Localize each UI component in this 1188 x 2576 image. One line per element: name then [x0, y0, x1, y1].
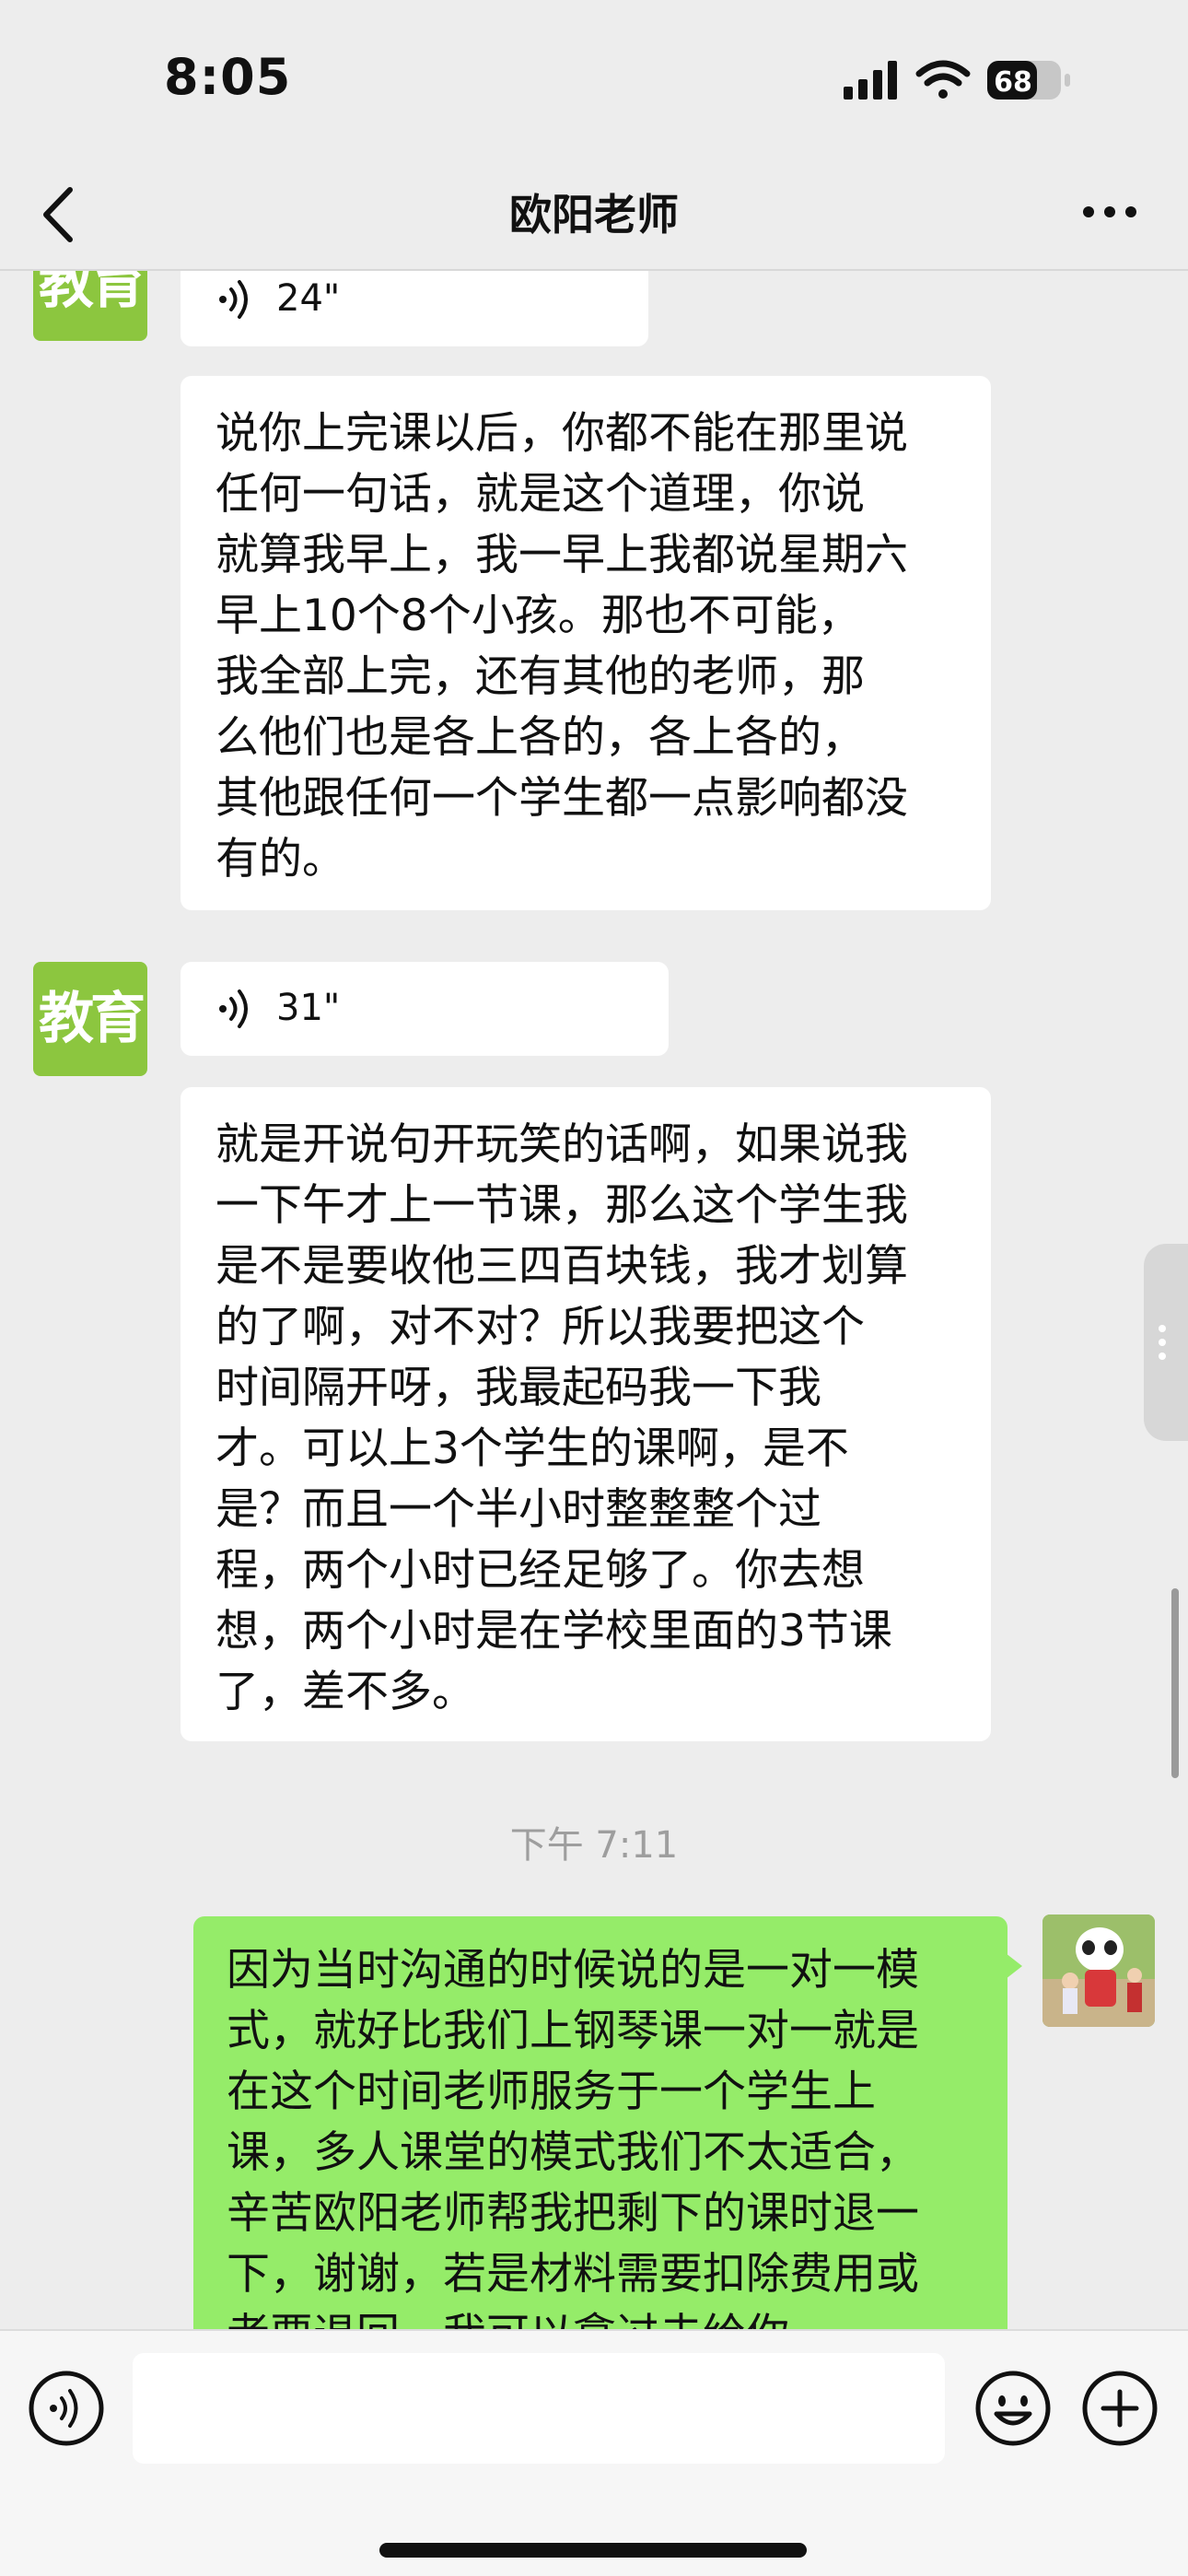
- message-bubble[interactable]: 说你上完课以后，你都不能在那里说 任何一句话，就是这个道理，你说 就算我早上，我…: [181, 376, 991, 910]
- more-options-icon[interactable]: [1077, 184, 1142, 240]
- side-drawer-handle[interactable]: [1144, 1244, 1188, 1441]
- my-avatar[interactable]: [1042, 1914, 1155, 2027]
- avatar[interactable]: 教育: [33, 271, 147, 341]
- input-bar: [0, 2329, 1188, 2576]
- cellular-signal-icon: [844, 61, 897, 100]
- home-indicator: [379, 2543, 807, 2558]
- voice-input-button[interactable]: [28, 2370, 105, 2447]
- voice-message-bubble[interactable]: 31": [181, 962, 669, 1056]
- battery-level: 68: [994, 66, 1032, 99]
- battery-icon: 68: [987, 61, 1070, 100]
- message-timestamp: 下午 7:11: [509, 1824, 679, 1867]
- voice-message-bubble[interactable]: 24": [181, 271, 648, 346]
- wifi-icon: [915, 60, 971, 99]
- status-time: 8:05: [164, 48, 292, 106]
- status-bar: 8:05 68: [0, 0, 1188, 157]
- message-bubble[interactable]: 就是开说句开玩笑的话啊，如果说我 一下午才上一节课，那么这个学生我 是不是要收他…: [181, 1087, 991, 1741]
- emoji-button[interactable]: [974, 2370, 1052, 2447]
- voice-duration: 24": [276, 277, 341, 320]
- my-message-bubble[interactable]: 因为当时沟通的时候说的是一对一模 式，就好比我们上钢琴课一对一就是 在这个时间老…: [193, 1916, 1022, 2329]
- message-input[interactable]: [133, 2353, 945, 2464]
- status-icons: 68: [844, 60, 1070, 100]
- voice-duration: 31": [276, 987, 341, 1029]
- message-list[interactable]: 教育 24" 说你上完课以后，你都不能在那里说 任何一句话，就是这个道理，你说 …: [0, 271, 1188, 2329]
- chat-title: 欧阳老师: [509, 190, 679, 240]
- avatar[interactable]: 教育: [33, 962, 147, 1076]
- voice-wave-icon: [219, 280, 248, 319]
- avatar-photo-icon: [1042, 1914, 1155, 2027]
- chat-header: 欧阳老师: [0, 157, 1188, 271]
- voice-wave-icon: [219, 989, 248, 1028]
- vertical-dots-icon: [1159, 1325, 1166, 1360]
- plus-button[interactable]: [1081, 2370, 1159, 2447]
- scrollbar[interactable]: [1171, 1588, 1179, 1778]
